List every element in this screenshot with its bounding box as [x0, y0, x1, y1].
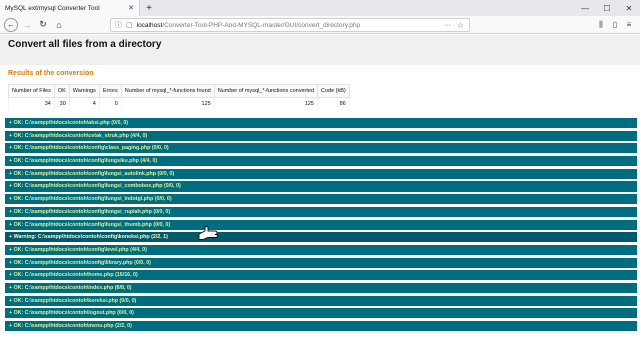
reload-icon[interactable]: ↻	[36, 18, 50, 32]
tab-close-icon[interactable]: ✕	[128, 4, 134, 12]
back-arrow-icon[interactable]: ←	[4, 17, 18, 32]
value-ok: 30	[53, 97, 70, 111]
window-controls: — ☐ ✕	[574, 0, 640, 16]
results-list: + OK: C:\xampp\htdocs\contoh\aksi.php (0…	[5, 118, 637, 334]
header-number-of-files: Number of Files	[8, 84, 55, 98]
address-bar[interactable]: ⓘ ▢ localhost /Converter-Tool-PHP-And-MY…	[110, 18, 470, 32]
results-heading: Results of the conversion	[8, 70, 94, 77]
header-code-kb: Code (kB)	[317, 84, 350, 98]
stats-header-row: Number of Files OK Warnings Errors Numbe…	[8, 84, 350, 98]
library-icon[interactable]: ⫼	[594, 20, 608, 30]
result-row[interactable]: + OK: C:\xampp\htdocs\contoh\config\fung…	[5, 206, 637, 217]
page-header: Convert all files from a directory	[0, 35, 640, 65]
result-row[interactable]: + Warning: C:\xampp\htdocs\contoh\config…	[5, 232, 637, 243]
forward-arrow-icon[interactable]: →	[20, 18, 34, 32]
page-actions-icon[interactable]: ···	[444, 22, 451, 29]
result-row[interactable]: + OK: C:\xampp\htdocs\contoh\menu.php (2…	[5, 321, 637, 332]
result-row[interactable]: + OK: C:\xampp\htdocs\contoh\config\fung…	[5, 156, 637, 167]
stats-table: Number of Files OK Warnings Errors Numbe…	[8, 84, 350, 117]
hand-pointer-cursor-icon	[198, 226, 218, 240]
value-errors: 0	[98, 97, 122, 111]
result-row[interactable]: + OK: C:\xampp\htdocs\contoh\koreksi.php…	[5, 295, 637, 306]
result-row[interactable]: + OK: C:\xampp\htdocs\contoh\config\clas…	[5, 143, 637, 154]
maximize-icon[interactable]: ☐	[596, 0, 618, 16]
close-window-icon[interactable]: ✕	[618, 0, 640, 16]
browser-tab[interactable]: MySQL ext/mysql Converter Tool ✕	[0, 0, 140, 16]
result-row[interactable]: + OK: C:\xampp\htdocs\contoh\logout.php …	[5, 308, 637, 319]
result-row[interactable]: + OK: C:\xampp\htdocs\contoh\index.php (…	[5, 282, 637, 294]
result-row[interactable]: + OK: C:\xampp\htdocs\contoh\aksi.php (0…	[5, 118, 637, 129]
result-row[interactable]: + OK: C:\xampp\htdocs\contoh\home.php (1…	[5, 270, 637, 281]
page-icon: ▢	[126, 22, 133, 29]
url-path: /Converter-Tool-PHP-And-MYSQL-master/GUI…	[162, 21, 361, 29]
toolbar-right: ⫼ ▯ ≡	[594, 20, 636, 30]
value-code-kb: 86	[317, 97, 350, 111]
page-content: Convert all files from a directory Resul…	[0, 35, 640, 340]
result-row[interactable]: + OK: C:\xampp\htdocs\contoh\cetak_struk…	[5, 130, 637, 141]
home-icon[interactable]: ⌂	[52, 18, 66, 32]
header-errors: Errors	[98, 84, 122, 98]
result-row[interactable]: + OK: C:\xampp\htdocs\contoh\config\fung…	[5, 194, 637, 205]
result-row[interactable]: + OK: C:\xampp\htdocs\contoh\config\fung…	[5, 168, 637, 179]
info-icon[interactable]: ⓘ	[115, 20, 122, 30]
value-warnings: 4	[68, 97, 100, 111]
result-row[interactable]: + OK: C:\xampp\htdocs\contoh\config\libr…	[5, 257, 637, 268]
new-tab-button[interactable]: +	[140, 0, 158, 16]
bookmark-star-icon[interactable]: ☆	[457, 21, 464, 30]
result-row[interactable]: + OK: C:\xampp\htdocs\contoh\config\leve…	[5, 244, 637, 255]
header-functions-converted: Number of mysql_*-functions converted	[213, 84, 319, 98]
menu-icon[interactable]: ≡	[622, 20, 636, 30]
tab-title: MySQL ext/mysql Converter Tool	[5, 4, 100, 12]
value-functions-found: 125	[120, 97, 215, 111]
header-ok: OK	[53, 84, 70, 98]
sidebar-icon[interactable]: ▯	[608, 20, 622, 30]
browser-nav-bar: ← → ↻ ⌂ ⓘ ▢ localhost /Converter-Tool-PH…	[0, 16, 640, 34]
header-warnings: Warnings	[68, 84, 100, 98]
url-host: localhost	[136, 21, 163, 29]
value-number-of-files: 34	[8, 97, 55, 111]
result-row[interactable]: + OK: C:\xampp\htdocs\contoh\config\fung…	[5, 219, 637, 230]
stats-value-row: 34 30 4 0 125 125 86	[8, 97, 350, 111]
header-functions-found: Number of mysql_*-functions found	[120, 84, 215, 98]
browser-tab-bar: MySQL ext/mysql Converter Tool ✕ + — ☐ ✕	[0, 0, 640, 16]
result-row[interactable]: + OK: C:\xampp\htdocs\contoh\config\fung…	[5, 181, 637, 192]
page-title: Convert all files from a directory	[8, 39, 162, 50]
value-functions-converted: 125	[213, 97, 319, 111]
minimize-icon[interactable]: —	[574, 0, 596, 16]
